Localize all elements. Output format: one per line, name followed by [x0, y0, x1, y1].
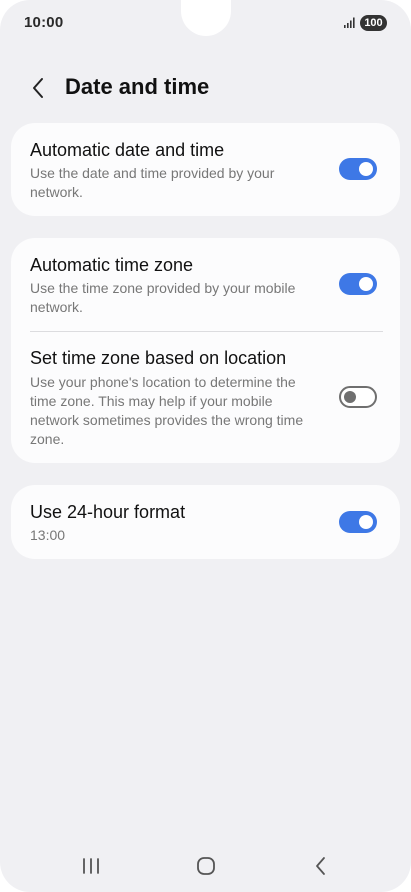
auto-time-zone-row[interactable]: Automatic time zone Use the time zone pr…: [11, 238, 400, 331]
toggle-knob: [359, 277, 373, 291]
toggle-knob: [344, 391, 356, 403]
nav-recents-button[interactable]: [71, 852, 111, 880]
status-time: 10:00: [24, 14, 64, 31]
auto-time-zone-description: Use the time zone provided by your mobil…: [30, 280, 296, 315]
auto-date-time-row[interactable]: Automatic date and time Use the date and…: [11, 123, 400, 216]
auto-date-time-toggle[interactable]: [339, 158, 377, 180]
hour-24-format-toggle[interactable]: [339, 511, 377, 533]
auto-date-time-description: Use the date and time provided by your n…: [30, 165, 275, 200]
settings-card-format: Use 24-hour format 13:00: [11, 485, 400, 559]
hour-24-format-title: Use 24-hour format: [30, 502, 186, 522]
signal-icon: [344, 17, 355, 28]
location-time-zone-toggle[interactable]: [339, 386, 377, 408]
auto-time-zone-title: Automatic time zone: [30, 255, 194, 275]
battery-indicator: 100: [360, 15, 387, 31]
location-time-zone-title: Set time zone based on location: [30, 348, 287, 368]
back-icon: [316, 857, 325, 875]
auto-date-time-title: Automatic date and time: [30, 140, 225, 160]
screen: 10:00 100 Date and time Automatic date a…: [0, 0, 411, 892]
settings-card-date: Automatic date and time Use the date and…: [11, 123, 400, 216]
hour-24-format-row[interactable]: Use 24-hour format 13:00: [11, 485, 400, 559]
hour-24-format-example: 13:00: [30, 527, 66, 543]
toggle-knob: [359, 162, 373, 176]
page-title: Date and time: [65, 74, 210, 99]
location-time-zone-row[interactable]: Set time zone based on location Use your…: [11, 332, 400, 463]
recents-icon: [83, 858, 99, 874]
back-button[interactable]: [22, 72, 54, 104]
camera-notch: [181, 0, 231, 36]
nav-back-button[interactable]: [301, 852, 341, 880]
toggle-knob: [359, 515, 373, 529]
home-icon: [197, 857, 215, 875]
settings-card-time-zone: Automatic time zone Use the time zone pr…: [11, 238, 400, 463]
location-time-zone-description: Use your phone's location to determine t…: [30, 374, 304, 447]
auto-time-zone-toggle[interactable]: [339, 273, 377, 295]
chevron-left-icon: [33, 78, 43, 98]
nav-home-button[interactable]: [186, 852, 226, 880]
